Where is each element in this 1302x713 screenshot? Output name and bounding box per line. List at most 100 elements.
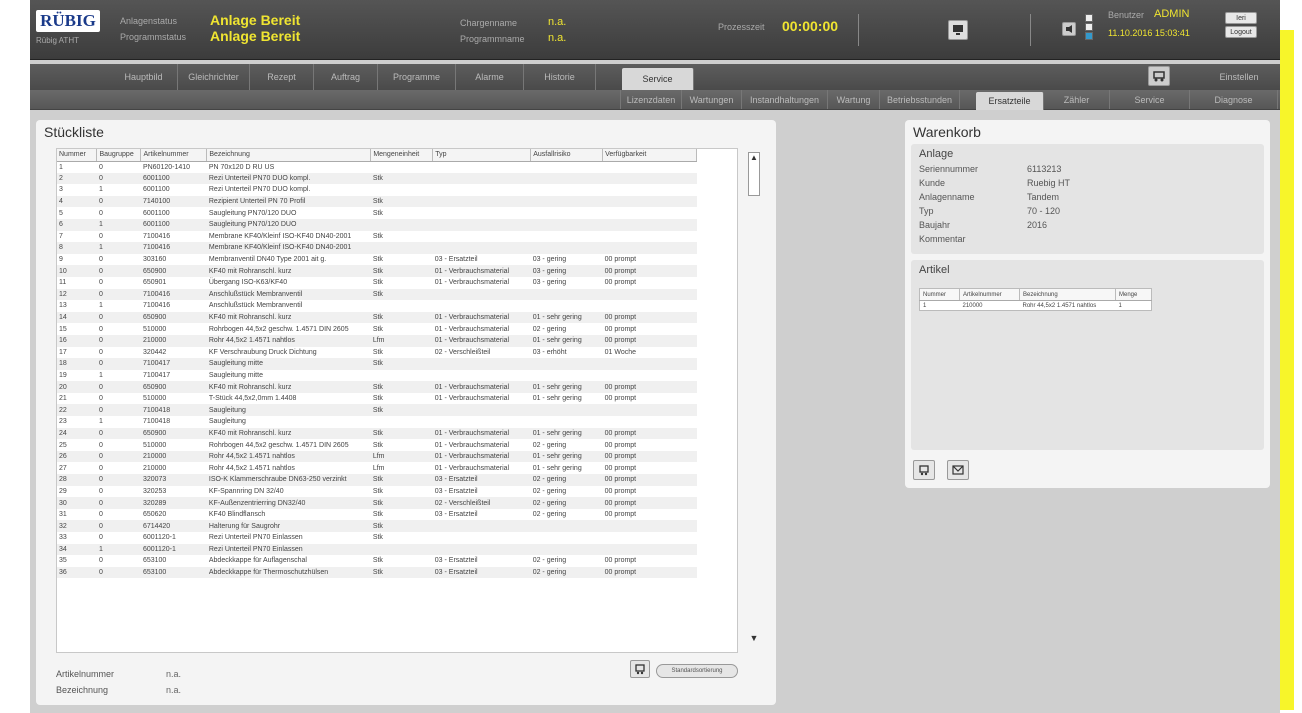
- tab-historie[interactable]: Historie: [524, 64, 596, 90]
- subtab-ersatzteile[interactable]: Ersatzteile: [976, 92, 1044, 110]
- table-row[interactable]: 34 1 6001120-1 Rezi Unterteil PN70 Einlasse…: [57, 543, 697, 556]
- typ-value: 70 - 120: [1027, 206, 1061, 216]
- table-row[interactable]: 8 1 7100416 Membrane KF40/Kleinf ISO-KF40 D…: [57, 242, 697, 254]
- table-row[interactable]: 21 0 510000 T-Stück 44,5x2,0mm 1.4408 Stk 01 …: [57, 392, 697, 405]
- col-header-ausfallrisiko[interactable]: Ausfallrisiko: [530, 149, 604, 162]
- tab-hauptbild[interactable]: Hauptbild: [110, 64, 178, 90]
- table-row[interactable]: 3 1 6001100 Rezi Unterteil PN70 DUO kompl.: [57, 184, 697, 196]
- scroll-thumb[interactable]: ▲: [748, 152, 760, 196]
- col-header-typ[interactable]: Typ: [432, 149, 532, 162]
- cell-typ: 03 - Ersatzteil: [432, 566, 531, 579]
- tab-alarme[interactable]: Alarme: [456, 64, 524, 90]
- cell-ausfallrisiko: [530, 520, 603, 532]
- order-cart-button[interactable]: [913, 460, 935, 480]
- tab-gleichrichter[interactable]: Gleichrichter: [178, 64, 250, 90]
- tab-programme[interactable]: Programme: [378, 64, 456, 90]
- einstellen-button[interactable]: Einstellen: [1198, 64, 1280, 90]
- cell-mengeneinheit: Stk: [370, 497, 433, 509]
- table-row[interactable]: 23 1 7100418 Saugleitung: [57, 416, 697, 428]
- cell-typ: [432, 416, 531, 428]
- login-button[interactable]: Ieri: [1225, 12, 1257, 24]
- table-row[interactable]: 9 0 303160 Membranventil DN40 Type 2001 ait…: [57, 253, 697, 266]
- table-row[interactable]: 28 0 320073 ISO-K Klammerschraube DN63-250 …: [57, 474, 697, 486]
- table-row[interactable]: 7 0 7100416 Membrane KF40/Kleinf ISO-KF40 D…: [57, 230, 697, 243]
- subtab-wartung[interactable]: Wartung: [828, 90, 880, 109]
- table-row[interactable]: 35 0 653100 Abdeckkappe für Auflagenschal St…: [57, 555, 697, 567]
- tab-service[interactable]: Service: [622, 68, 694, 90]
- logout-button[interactable]: Logout: [1225, 26, 1257, 38]
- table-row[interactable]: 13 1 7100416 Anschlußstück Membranventil: [57, 300, 697, 312]
- add-to-cart-button[interactable]: [630, 660, 650, 678]
- col-header-nummer[interactable]: Nummer: [57, 149, 98, 162]
- cell-verfuegbarkeit: 00 prompt: [602, 439, 697, 451]
- col-header-bezeichnung[interactable]: Bezeichnung: [206, 149, 372, 162]
- table-row[interactable]: 19 1 7100417 Saugleitung mitte: [57, 369, 697, 382]
- col-header-menge[interactable]: Menge: [1115, 288, 1152, 301]
- cell-ausfallrisiko: [530, 242, 603, 254]
- table-row[interactable]: 15 0 510000 Rohrbogen 44,5x2 geschw. 1.4571…: [57, 323, 697, 335]
- speaker-button[interactable]: [1062, 22, 1076, 36]
- subtab-service[interactable]: Service: [1110, 90, 1190, 109]
- top-status-bar: RÜBIG Rübig ATHT Anlagenstatus Anlage Be…: [30, 0, 1280, 60]
- cell-typ: 01 - Verbrauchsmaterial: [432, 276, 531, 289]
- standardsortierung-button[interactable]: Standardsortierung: [656, 664, 738, 678]
- table-row[interactable]: 20 0 650900 KF40 mit Rohranschl. kurz Stk 01 …: [57, 381, 697, 393]
- table-row[interactable]: 36 0 653100 Abdeckkappe für Thermoschutzhül…: [57, 566, 697, 579]
- table-row[interactable]: 30 0 320289 KF-Außenzentrierring DN32/40 Stk…: [57, 497, 697, 509]
- send-mail-button[interactable]: [947, 460, 969, 480]
- col-header-bezeichnung[interactable]: Bezeichnung: [1019, 288, 1116, 301]
- table-row[interactable]: 10 0 650900 KF40 mit Rohranschl. kurz Stk 01 …: [57, 265, 697, 277]
- col-header-nummer[interactable]: Nummer: [919, 288, 960, 301]
- table-row[interactable]: 11 0 650901 Übergang ISO-K63/KF40 Stk 01 - Ve…: [57, 276, 697, 289]
- cell-bezeichnung: ISO-K Klammerschraube DN63-250 verzinkt: [206, 474, 371, 486]
- cell-ausfallrisiko: 03 - gering: [530, 253, 603, 266]
- table-row[interactable]: 27 0 210000 Rohr 44,5x2 1.4571 nahtlos Lfm 01…: [57, 462, 697, 475]
- table-row[interactable]: 1 0 PN60120-1410 PN 70x120 D RU US: [57, 161, 697, 173]
- table-row[interactable]: 18 0 7100417 Saugleitung mitte Stk: [57, 358, 697, 370]
- table-row[interactable]: 31 0 650620 KF40 Blindflansch Stk 03 - Ersatz…: [57, 508, 697, 521]
- col-header-baugruppe[interactable]: Baugruppe: [96, 149, 142, 162]
- table-row[interactable]: 24 0 650900 KF40 mit Rohranschl. kurz Stk 01 …: [57, 427, 697, 440]
- cell-ausfallrisiko: [530, 230, 603, 243]
- cell-verfuegbarkeit: 00 prompt: [602, 566, 697, 579]
- table-row[interactable]: 26 0 210000 Rohr 44,5x2 1.4571 nahtlos Lfm 01…: [57, 450, 697, 463]
- table-row[interactable]: 12 0 7100416 Anschlußstück Membranventil Stk: [57, 288, 697, 301]
- table-row[interactable]: 29 0 320253 KF-Spannring DN 32/40 Stk 03 - Er…: [57, 485, 697, 498]
- col-header-artikelnummer[interactable]: Artikelnummer: [959, 288, 1020, 301]
- cart-button[interactable]: [1148, 66, 1170, 86]
- table-row[interactable]: 16 0 210000 Rohr 44,5x2 1.4571 nahtlos Lfm 01…: [57, 334, 697, 347]
- cell-baugruppe: 1: [96, 300, 141, 312]
- table-row[interactable]: 5 0 6001100 Saugleitung PN70/120 DUO Stk: [57, 207, 697, 219]
- table-row[interactable]: 22 0 7100418 Saugleitung Stk: [57, 404, 697, 417]
- table-row[interactable]: 6 1 6001100 Saugleitung PN70/120 DUO: [57, 218, 697, 231]
- table-row[interactable]: 1 210000 Rohr 44,5x2 1.4571 nahtlos 1: [920, 301, 1152, 311]
- cell-artikelnummer: 6714420: [140, 520, 207, 532]
- table-row[interactable]: 2 0 6001100 Rezi Unterteil PN70 DUO kompl. S…: [57, 172, 697, 185]
- table-row[interactable]: 32 0 6714420 Halterung für Saugrohr Stk: [57, 520, 697, 532]
- subtab-zaehler[interactable]: Zähler: [1044, 90, 1110, 109]
- cell-ausfallrisiko: 01 - sehr gering: [530, 392, 603, 405]
- cell-verfuegbarkeit: 00 prompt: [602, 427, 697, 440]
- tab-rezept[interactable]: Rezept: [250, 64, 314, 90]
- table-row[interactable]: 14 0 650900 KF40 mit Rohranschl. kurz Stk 01 …: [57, 311, 697, 324]
- subtab-betriebsstunden[interactable]: Betriebsstunden: [880, 90, 960, 109]
- table-scrollbar[interactable]: ▲ ▼: [748, 148, 762, 653]
- stueckliste-title: Stückliste: [44, 124, 104, 140]
- tab-auftrag[interactable]: Auftrag: [314, 64, 378, 90]
- table-row[interactable]: 17 0 320442 KF Verschraubung Druck Dichtung…: [57, 346, 697, 359]
- table-row[interactable]: 33 0 6001120-1 Rezi Unterteil PN70 Einlasse…: [57, 532, 697, 544]
- cell-nummer: 35: [57, 555, 97, 567]
- stueckliste-table-body: 1 0 PN60120-1410 PN 70x120 D RU US 2 0 6001100…: [57, 161, 697, 579]
- table-row[interactable]: 4 0 7140100 Rezipient Unterteil PN 70 Profi…: [57, 195, 697, 208]
- col-header-artikelnummer[interactable]: Artikelnummer: [140, 149, 208, 162]
- cell-baugruppe: 1: [96, 184, 141, 196]
- subtab-diagnose[interactable]: Diagnose: [1190, 90, 1278, 109]
- subtab-instandhaltungen[interactable]: Instandhaltungen: [742, 90, 828, 109]
- col-header-verfuegbarkeit[interactable]: Verfügbarkeit: [602, 149, 697, 162]
- table-row[interactable]: 25 0 510000 Rohrbogen 44,5x2 geschw. 1.4571…: [57, 439, 697, 451]
- display-toggle-button[interactable]: [948, 20, 968, 40]
- col-header-mengeneinheit[interactable]: Mengeneinheit: [370, 149, 434, 162]
- subtab-wartungen[interactable]: Wartungen: [682, 90, 742, 109]
- subtab-lizenzdaten[interactable]: Lizenzdaten: [620, 90, 682, 109]
- scroll-down-arrow-icon[interactable]: ▼: [748, 633, 760, 645]
